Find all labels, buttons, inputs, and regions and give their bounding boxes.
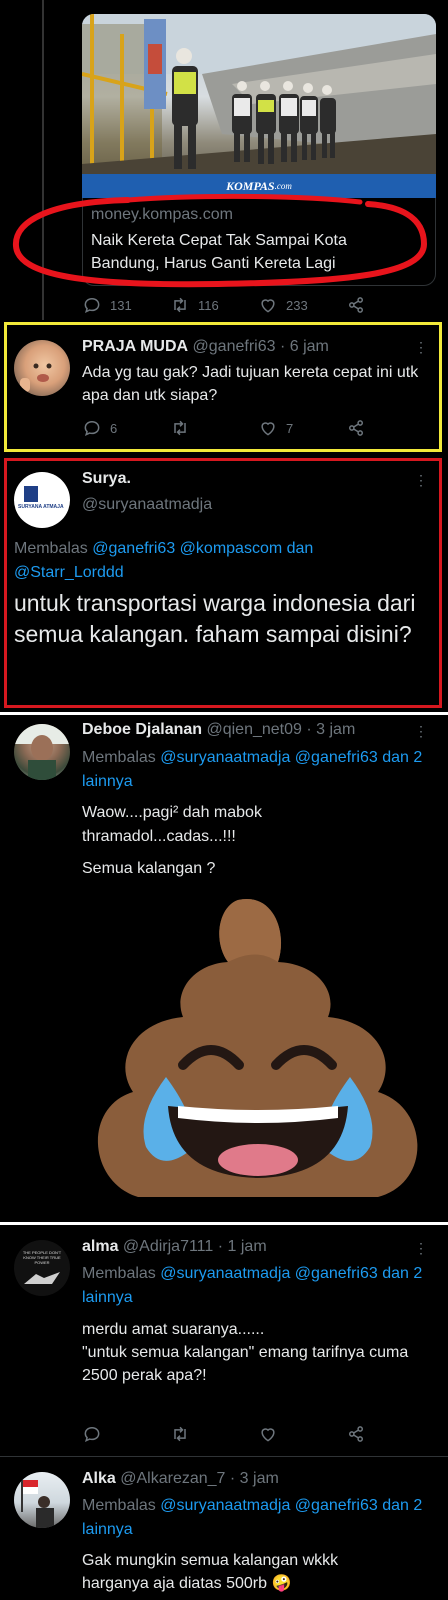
avatar-surya[interactable]: SURYANA ATMAJA [14, 472, 70, 528]
person-with-flag-photo [21, 1480, 54, 1528]
heart-icon [261, 422, 275, 436]
tweet-text: untuk transportasi warga indonesia dari … [14, 590, 416, 647]
tweet-kompas-link[interactable]: KOMPAS .com money.kompas.com Naik Kereta … [0, 0, 448, 320]
retweet-action[interactable]: 116 [170, 295, 219, 315]
baby-face-image [20, 363, 52, 392]
timestamp[interactable]: · 3 jam [230, 1470, 279, 1487]
handle[interactable]: @Alkarezan_7 [120, 1470, 225, 1487]
reply-action[interactable]: 131 [82, 295, 132, 315]
avatar-logo-mark [24, 486, 38, 502]
share-action[interactable] [346, 1424, 366, 1444]
tweet-text-line2: "untuk semua kalangan" emang tarifnya cu… [82, 1344, 409, 1384]
reply-prefix: Membalas [82, 749, 156, 766]
share-icon [349, 297, 363, 313]
red-ellipse-highlight [12, 193, 428, 288]
avatar-alka[interactable] [14, 1472, 70, 1528]
timestamp[interactable]: · 1 jam [218, 1238, 267, 1255]
person-photo [14, 724, 70, 780]
heart-icon [261, 1428, 275, 1442]
reply-prefix: Membalas [82, 1265, 156, 1282]
more-options-icon[interactable]: ⋮ [414, 473, 428, 487]
retweet-action[interactable] [170, 418, 190, 438]
retweet-icon [174, 297, 186, 313]
reply-icon [84, 297, 100, 314]
more-options-icon[interactable]: ⋮ [414, 724, 428, 738]
display-name[interactable]: alma [82, 1238, 118, 1255]
avatar-deboe[interactable] [14, 724, 70, 780]
heart-icon [261, 299, 275, 313]
display-name[interactable]: PRAJA MUDA [82, 338, 188, 355]
tweet-text-line2: Semua kalangan ? [82, 860, 216, 877]
tweet-text-line1: Waow....pagi² dah mabok thramadol...cada… [82, 804, 262, 845]
avatar-logo-text: SURYANA ATMAJA [18, 504, 64, 510]
more-options-icon[interactable]: ⋮ [414, 340, 428, 354]
tweet6-header: Alka @Alkarezan_7 · 3 jam [82, 1470, 279, 1488]
display-name[interactable]: Alka [82, 1470, 116, 1487]
tweet2-header: PRAJA MUDA @ganefri63 · 6 jam [82, 338, 329, 356]
avatar-caption: THE PEOPLE DON'T KNOW THEIR TRUE POWER [22, 1250, 62, 1265]
poop-crying-laughing-emoji [97, 898, 418, 1197]
reply-count: 6 [110, 420, 118, 436]
display-name[interactable]: Surya. [82, 470, 131, 488]
reply-icon [84, 420, 100, 437]
like-action[interactable]: 233 [258, 295, 308, 315]
reply-action[interactable] [82, 1424, 102, 1444]
retweet-count: 116 [198, 297, 219, 313]
share-action[interactable] [346, 418, 366, 438]
like-count: 233 [286, 297, 308, 313]
reply-context: Membalas @suryanaatmadja @ganefri63 dan … [82, 1262, 432, 1310]
like-action[interactable]: 7 [258, 418, 293, 438]
more-options-icon[interactable]: ⋮ [414, 1241, 428, 1255]
share-action[interactable] [346, 295, 366, 315]
construction-photo [82, 14, 436, 198]
reply-prefix: Membalas [14, 540, 88, 557]
retweet-action[interactable] [170, 1424, 190, 1444]
display-name[interactable]: Deboe Djalanan [82, 721, 202, 738]
timestamp[interactable]: · 3 jam [306, 721, 355, 738]
tweet5-header: alma @Adirja7111 · 1 jam [82, 1238, 267, 1256]
retweet-icon [174, 420, 186, 436]
watermark-suffix: .com [274, 181, 292, 191]
reply-icon [84, 1426, 100, 1443]
reply-action[interactable]: 6 [82, 418, 117, 438]
share-icon [349, 1426, 363, 1442]
tweet-text: Gak mungkin semua kalangan wkkk harganya… [82, 1552, 339, 1592]
like-count: 7 [286, 420, 294, 436]
share-icon [349, 420, 363, 436]
link-card-image[interactable]: KOMPAS .com [82, 14, 436, 198]
handle[interactable]: @Adirja7111 [123, 1238, 213, 1255]
retweet-icon [174, 1426, 186, 1442]
reply-prefix: Membalas [82, 1497, 156, 1514]
tweet-text: Ada yg tau gak? Jadi tujuan kereta cepat… [82, 364, 419, 404]
reply-count: 131 [110, 297, 132, 313]
timestamp[interactable]: · 6 jam [280, 338, 329, 355]
handle[interactable]: @suryanaatmadja [82, 496, 212, 514]
reply-context: Membalas @suryanaatmadja @ganefri63 dan … [82, 746, 432, 794]
avatar-figure [24, 1272, 60, 1284]
avatar-alma[interactable]: THE PEOPLE DON'T KNOW THEIR TRUE POWER [14, 1240, 70, 1296]
like-action[interactable] [258, 1424, 278, 1444]
handle[interactable]: @ganefri63 [193, 338, 276, 355]
reply-context: Membalas @suryanaatmadja @ganefri63 dan … [82, 1494, 432, 1542]
reply-context: Membalas @ganefri63 @kompascom dan @Star… [14, 537, 424, 585]
avatar-praja-muda[interactable] [14, 340, 70, 396]
tweet-text-line1: merdu amat suaranya...... [82, 1321, 265, 1338]
handle[interactable]: @qien_net09 [206, 721, 301, 738]
tweet4-header: Deboe Djalanan @qien_net09 · 3 jam [82, 721, 355, 739]
